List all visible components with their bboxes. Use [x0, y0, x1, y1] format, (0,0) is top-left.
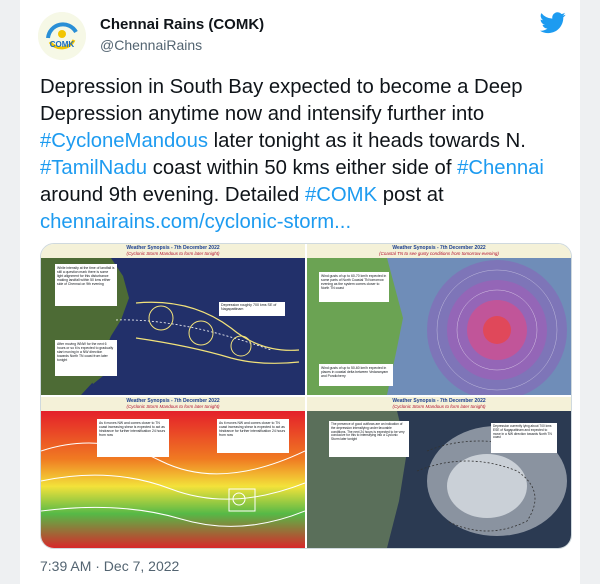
- track-note-depression: Depression roughly 700 kms SE of Nagapat…: [219, 302, 285, 316]
- panel-subtitle: (Cyclonic Storm Mandous to form later to…: [126, 404, 220, 409]
- panel-subtitle: (Cyclonic Storm Mandous to form later to…: [392, 404, 486, 409]
- twitter-bird-icon[interactable]: [540, 12, 566, 34]
- tweet-text-part: Depression in South Bay expected to beco…: [40, 76, 523, 125]
- post-link[interactable]: chennairains.com/cyclonic-storm...: [40, 211, 351, 233]
- wind-note-north: Wind gusts of up to 60-70 km/h expected …: [319, 272, 389, 302]
- hashtag-comk[interactable]: #COMK: [305, 184, 377, 206]
- satellite-note-outflow: The presence of good outflows are an ind…: [329, 421, 409, 457]
- media-image-satellite[interactable]: Weather Synopsis - 7th December 2022 (Cy…: [307, 397, 571, 548]
- tweet-text-part: coast within 50 kms either side of: [147, 157, 458, 179]
- tweet-text-part: later tonight as it heads towards N.: [207, 130, 526, 152]
- tweet-timestamp[interactable]: 7:39 AM · Dec 7, 2022: [40, 558, 179, 574]
- media-image-shear-map[interactable]: Weather Synopsis - 7th December 2022 (Cy…: [41, 397, 305, 548]
- shear-note-right: As it moves NW and comes closer to TN co…: [217, 419, 289, 453]
- user-handle[interactable]: @ChennaiRains: [100, 37, 202, 53]
- tweet-text-part: around 9th evening. Detailed: [40, 184, 305, 206]
- profile-avatar[interactable]: COMK: [38, 12, 86, 60]
- satellite-note-position: Depression currently lying about 700 kms…: [491, 423, 557, 453]
- display-name[interactable]: Chennai Rains (COMK): [100, 16, 264, 33]
- track-note-movement: After moving WNW for the next 6 hours or…: [55, 340, 117, 376]
- tweet-text: Depression in South Bay expected to beco…: [40, 74, 570, 236]
- media-image-track-map[interactable]: Weather Synopsis - 7th December 2022 (Cy…: [41, 244, 305, 395]
- hashtag-tamilnadu[interactable]: #TamilNadu: [40, 157, 147, 179]
- wind-note-delta: Wind gusts of up to 50-60 km/h expected …: [319, 364, 393, 386]
- panel-subtitle: (Cyclonic Storm Mandous to form later to…: [126, 251, 220, 256]
- tweet-text-part: post at: [377, 184, 444, 206]
- tweet-card[interactable]: COMK Chennai Rains (COMK) @ChennaiRains …: [20, 0, 580, 584]
- comk-logo-icon: COMK: [38, 12, 86, 60]
- shear-note-left: As it moves NW and comes closer to TN co…: [97, 419, 169, 457]
- track-note-landfall: While intensity at the time of landfall …: [55, 264, 117, 306]
- media-image-wind-map[interactable]: Weather Synopsis - 7th December 2022 (Co…: [307, 244, 571, 395]
- panel-subtitle: (Coastal TN to see gusty conditions from…: [379, 251, 499, 256]
- hashtag-chennai[interactable]: #Chennai: [457, 157, 544, 179]
- avatar-logo-text: COMK: [50, 40, 75, 49]
- media-grid[interactable]: Weather Synopsis - 7th December 2022 (Cy…: [40, 243, 572, 549]
- hashtag-cyclonemandous[interactable]: #CycloneMandous: [40, 130, 208, 152]
